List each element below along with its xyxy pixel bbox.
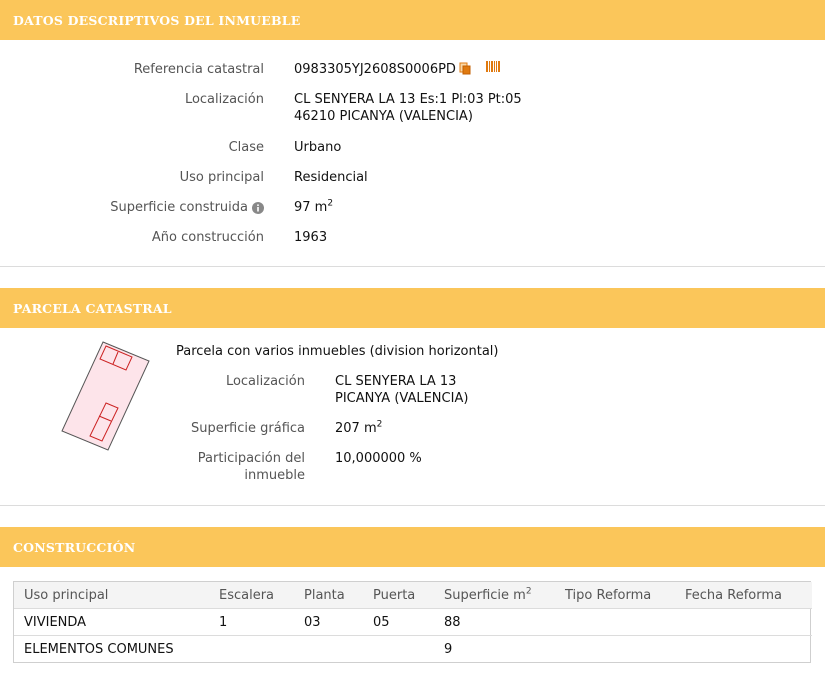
- parcel-loc-label: Localización: [225, 374, 305, 389]
- section-title: CONSTRUCCIÓN: [13, 539, 136, 555]
- parcel-loc-line1: CL SENYERA LA 13: [335, 374, 457, 389]
- table-cell: [675, 608, 812, 636]
- sup-unit-exp: 2: [327, 198, 334, 209]
- table-cell: [363, 636, 434, 663]
- table-cell: 05: [363, 608, 434, 636]
- col-uso: Uso principal: [14, 582, 209, 609]
- table-row: VIVIENDA 1 03 05 88: [14, 608, 812, 636]
- table-cell: 03: [294, 608, 363, 636]
- table-row: ELEMENTOS COMUNES 9: [14, 636, 812, 663]
- section-title: DATOS DESCRIPTIVOS DEL INMUEBLE: [13, 12, 301, 28]
- table-cell: VIVIENDA: [14, 608, 209, 636]
- construction-table: Uso principal Escalera Planta Puerta Sup…: [13, 581, 812, 663]
- sup-value: 97 m2: [294, 199, 333, 216]
- table-cell: 88: [434, 608, 555, 636]
- uso-value: Residencial: [294, 170, 368, 185]
- parcel-sup-text: 207 m: [335, 421, 377, 436]
- divider: [0, 266, 825, 267]
- parcel-part-label-2: inmueble: [244, 468, 305, 483]
- ref-row: 0983305YJ2608S0006PD: [294, 61, 500, 78]
- parcel-part-value: 10,000000 %: [335, 451, 422, 466]
- info-icon[interactable]: [252, 201, 264, 214]
- col-fecha-reforma: Fecha Reforma: [675, 582, 812, 609]
- col-tipo-reforma: Tipo Reforma: [555, 582, 675, 609]
- parcel-part-label-1: Participación del: [197, 451, 305, 466]
- anio-value: 1963: [294, 230, 328, 245]
- loc-label: Localización: [184, 92, 264, 107]
- sup-label-row: Superficie construida: [110, 199, 264, 216]
- clase-label: Clase: [228, 140, 264, 155]
- uso-label: Uso principal: [179, 170, 264, 185]
- table-header-row: Uso principal Escalera Planta Puerta Sup…: [14, 582, 812, 609]
- parcel-sup-value: 207 m2: [335, 420, 382, 437]
- barcode-icon[interactable]: [485, 61, 500, 74]
- table-cell: [294, 636, 363, 663]
- sup-label: Superficie construida: [110, 200, 248, 215]
- divider: [0, 505, 825, 506]
- table-cell: ELEMENTOS COMUNES: [24, 641, 174, 657]
- col-escalera: Escalera: [209, 582, 294, 609]
- loc-line1: CL SENYERA LA 13 Es:1 Pl:03 Pt:05: [294, 92, 522, 107]
- parcel-part-label: Participación del inmueble: [198, 450, 305, 484]
- table-cell: [675, 636, 812, 663]
- table-cell: 1: [209, 608, 294, 636]
- section-header-construccion: CONSTRUCCIÓN: [0, 527, 825, 567]
- copy-icon[interactable]: [459, 62, 472, 75]
- ref-label: Referencia catastral: [133, 62, 264, 77]
- anio-label: Año construcción: [151, 230, 264, 245]
- table-cell: [209, 636, 294, 663]
- parcel-desc: Parcela con varios inmuebles (division h…: [176, 344, 499, 359]
- section-header-datos: DATOS DESCRIPTIVOS DEL INMUEBLE: [0, 0, 825, 40]
- table-cell: [555, 608, 675, 636]
- parcel-loc-value: CL SENYERA LA 13 PICANYA (VALENCIA): [335, 373, 468, 407]
- parcel-map[interactable]: [58, 340, 158, 455]
- section-header-parcela: PARCELA CATASTRAL: [0, 288, 825, 328]
- table-cell: [555, 636, 675, 663]
- col-superficie-exp: 2: [525, 586, 532, 597]
- ref-value: 0983305YJ2608S0006PD: [294, 62, 456, 77]
- parcel-sup-exp: 2: [376, 419, 383, 430]
- parcel-loc-line2: PICANYA (VALENCIA): [335, 391, 469, 406]
- table-cell: 9: [444, 641, 453, 657]
- sup-value-text: 97 m: [294, 200, 328, 215]
- section-title: PARCELA CATASTRAL: [13, 300, 172, 316]
- clase-value: Urbano: [294, 140, 342, 155]
- parcel-sup-label: Superficie gráfica: [190, 421, 305, 436]
- loc-line2: 46210 PICANYA (VALENCIA): [294, 109, 473, 124]
- col-planta: Planta: [294, 582, 363, 609]
- col-superficie-text: Superficie m: [444, 587, 526, 603]
- loc-value: CL SENYERA LA 13 Es:1 Pl:03 Pt:05 46210 …: [294, 91, 522, 125]
- col-superficie: Superficie m2: [434, 582, 555, 609]
- col-puerta: Puerta: [363, 582, 434, 609]
